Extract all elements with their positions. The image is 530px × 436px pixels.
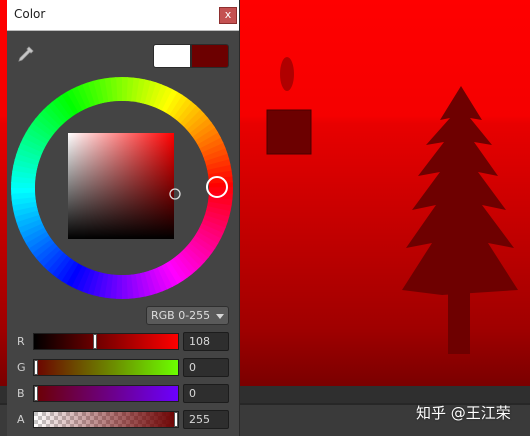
channel-value-b[interactable]: 0 (183, 384, 229, 403)
eyedropper-icon[interactable] (16, 44, 36, 64)
channel-row-r: R 108 (7, 331, 239, 353)
cube-object[interactable] (266, 109, 312, 155)
color-mode-dropdown[interactable]: RGB 0-255 (146, 306, 229, 325)
channel-value-r[interactable]: 108 (183, 332, 229, 351)
channel-label-b: B (17, 387, 25, 400)
slider-knob-b[interactable] (34, 386, 38, 401)
slider-knob-r[interactable] (92, 334, 97, 349)
channel-slider-g[interactable] (33, 359, 179, 376)
channel-label-g: G (17, 361, 26, 374)
channel-slider-r[interactable] (33, 333, 179, 350)
channel-row-g: G 0 (7, 357, 239, 379)
new-color-swatch (153, 44, 191, 68)
channel-row-b: B 0 (7, 383, 239, 405)
color-picker-window: Color x RGB 0-255 R 108 G 0 B 0 A 255 (7, 0, 240, 436)
channel-label-a: A (17, 413, 25, 426)
color-wheel[interactable] (10, 76, 234, 300)
channel-value-g[interactable]: 0 (183, 358, 229, 377)
channel-label-r: R (17, 335, 25, 348)
channel-slider-a[interactable] (33, 411, 179, 428)
slider-knob-a[interactable] (174, 412, 178, 427)
watermark: 知乎 @王江荣 (416, 404, 511, 422)
channel-value-a[interactable]: 255 (183, 410, 229, 429)
color-mode-label: RGB 0-255 (151, 309, 211, 322)
close-icon: x (224, 8, 232, 21)
chevron-down-icon (216, 314, 224, 319)
title-bar[interactable]: Color x (7, 0, 239, 31)
channel-row-a: A 255 (7, 409, 239, 431)
flame-shape (280, 57, 294, 91)
close-button[interactable]: x (219, 7, 237, 24)
saturation-value-square[interactable] (68, 133, 174, 239)
previous-color-swatch[interactable] (191, 44, 229, 68)
window-title: Color (14, 7, 46, 21)
channel-slider-b[interactable] (33, 385, 179, 402)
slider-knob-g[interactable] (34, 360, 38, 375)
